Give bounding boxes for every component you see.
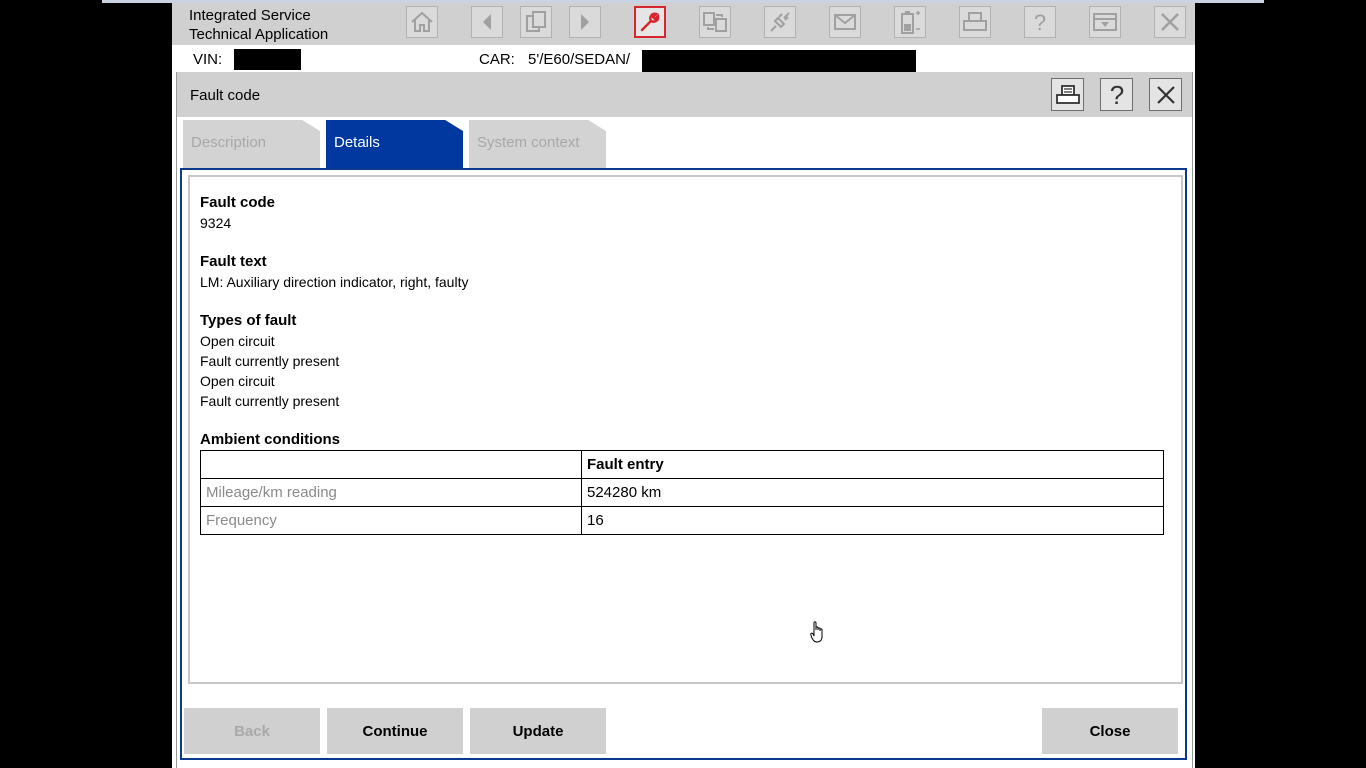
app-window: Integrated Service Technical Application [172,3,1195,768]
close-icon [1161,13,1179,31]
forward-arrow-icon [581,14,589,30]
battery-button[interactable] [894,6,926,38]
tab-system-context[interactable]: System context [469,120,606,168]
help-icon: ? [1034,10,1046,34]
car-label: CAR: [479,51,515,68]
dialog-close-button[interactable] [1149,78,1182,111]
details-text: Fault code 9324 Fault text LM: Auxiliary… [200,193,1164,535]
print-button[interactable] [959,6,991,38]
dialog-print-button[interactable] [1051,78,1084,111]
table-header-cell: Fault entry [581,450,1164,479]
table-cell-value: 524280 km [581,478,1164,507]
dialog-title: Fault code [190,87,261,104]
dialog-help-button[interactable]: ? [1100,78,1133,111]
ambient-conditions-section: Ambient conditions Fault entry Mileage/k… [200,430,1164,535]
table-cell-value: 16 [581,506,1164,535]
fault-text-title: Fault text [200,253,267,270]
details-panel: Fault code 9324 Fault text LM: Auxiliary… [180,168,1187,760]
minimize-button[interactable] [1089,6,1121,38]
ambient-conditions-table: Fault entry Mileage/km reading 524280 km… [200,450,1164,535]
table-row: Mileage/km reading 524280 km [200,478,1164,507]
continue-button[interactable]: Continue [327,708,463,754]
printer-icon [1055,84,1080,104]
hand-cursor-icon [810,621,823,643]
svg-text:?: ? [1109,82,1123,108]
vehicle-swap-icon [703,12,727,32]
car-value: 5'/E60/SEDAN/ [528,51,631,68]
details-content: Fault code 9324 Fault text LM: Auxiliary… [188,175,1183,684]
fault-text-value: LM: Auxiliary direction indicator, right… [200,274,469,290]
fault-type-item: Open circuit [200,333,275,349]
plug-icon [770,12,790,32]
back-nav-button[interactable] [471,6,503,38]
back-arrow-icon [483,14,491,30]
fault-text-section: Fault text LM: Auxiliary direction indic… [200,252,1164,292]
fault-code-section: Fault code 9324 [200,193,1164,233]
documents-icon [526,11,546,32]
vehicle-info-bar: VIN: CAR: 5'/E60/SEDAN/ [172,45,1195,72]
home-icon [411,11,433,32]
close-button[interactable]: Close [1042,708,1178,754]
documents-button[interactable] [520,6,552,38]
printer-icon [963,12,987,31]
fault-type-item: Fault currently present [200,353,340,369]
messages-button[interactable] [829,6,861,38]
mail-icon [834,14,856,30]
forward-nav-button[interactable] [569,6,601,38]
back-button[interactable]: Back [184,708,320,754]
tab-details[interactable]: Details [326,120,463,168]
battery-icon [901,11,920,34]
close-icon [1156,85,1175,104]
update-button[interactable]: Update [470,708,606,754]
fault-code-value: 9324 [200,215,232,231]
table-header-cell [200,450,582,479]
vin-redaction [234,49,301,70]
table-cell-label: Mileage/km reading [200,478,582,507]
fault-type-item: Fault currently present [200,393,340,409]
fault-type-item: Open circuit [200,373,275,389]
table-header-row: Fault entry [200,450,1164,479]
fault-code-title: Fault code [200,194,276,211]
exit-button[interactable] [1154,6,1186,38]
app-title: Integrated Service Technical Application [189,7,329,43]
home-button[interactable] [406,6,438,38]
app-titlebar: Integrated Service Technical Application [172,3,1195,45]
connection-button[interactable] [764,6,796,38]
help-button[interactable]: ? [1024,6,1056,38]
types-of-fault-section: Types of fault Open circuit Fault curren… [200,311,1164,411]
help-icon: ? [1109,82,1123,108]
car-redaction [642,50,916,72]
types-of-fault-title: Types of fault [200,312,297,329]
wrench-icon [640,12,660,32]
tab-description[interactable]: Description [183,120,320,168]
svg-text:?: ? [1034,10,1046,34]
vin-label: VIN: [193,51,223,68]
service-functions-button[interactable] [634,6,666,38]
dialog-header: Fault code ? [177,72,1192,117]
minimize-icon [1093,13,1117,31]
vehicle-swap-button[interactable] [699,6,731,38]
fault-code-dialog: Fault code ? Description Details System … [176,72,1193,768]
table-row: Frequency 16 [200,506,1164,535]
table-cell-label: Frequency [200,506,582,535]
ambient-conditions-title: Ambient conditions [200,431,340,448]
